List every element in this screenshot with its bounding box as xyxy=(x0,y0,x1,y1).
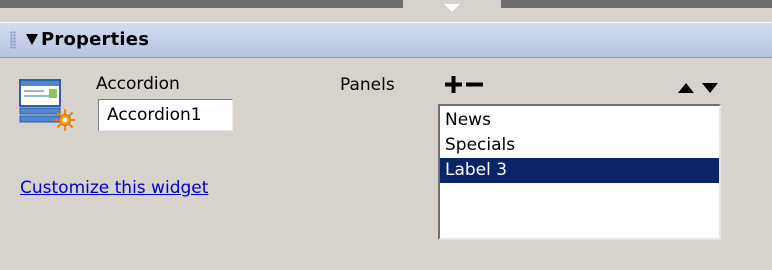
splitter-bar xyxy=(0,0,772,8)
plus-icon[interactable] xyxy=(445,76,462,93)
top-splitter[interactable] xyxy=(0,0,772,22)
customize-widget-link[interactable]: Customize this widget xyxy=(20,178,208,198)
list-item[interactable]: News xyxy=(440,108,719,133)
accordion-widget-icon xyxy=(19,77,76,133)
arrow-down-icon[interactable] xyxy=(702,79,718,93)
list-item[interactable]: Specials xyxy=(440,133,719,158)
properties-header[interactable]: Properties xyxy=(0,22,772,58)
arrow-up-icon[interactable] xyxy=(678,79,694,93)
panels-label: Panels xyxy=(340,75,395,95)
gripper-dots-icon[interactable] xyxy=(10,31,16,49)
splitter-arrow-icon xyxy=(444,4,460,12)
panels-listbox[interactable]: News Specials Label 3 xyxy=(438,104,721,240)
splitter-grip[interactable] xyxy=(403,0,501,18)
minus-icon[interactable] xyxy=(466,76,483,93)
panel-title[interactable]: Properties xyxy=(41,29,149,50)
list-item-selected[interactable]: Label 3 xyxy=(440,158,719,183)
triangle-down-icon[interactable] xyxy=(26,34,38,45)
widget-name-input[interactable] xyxy=(98,99,233,131)
widget-type-label: Accordion xyxy=(96,74,180,94)
